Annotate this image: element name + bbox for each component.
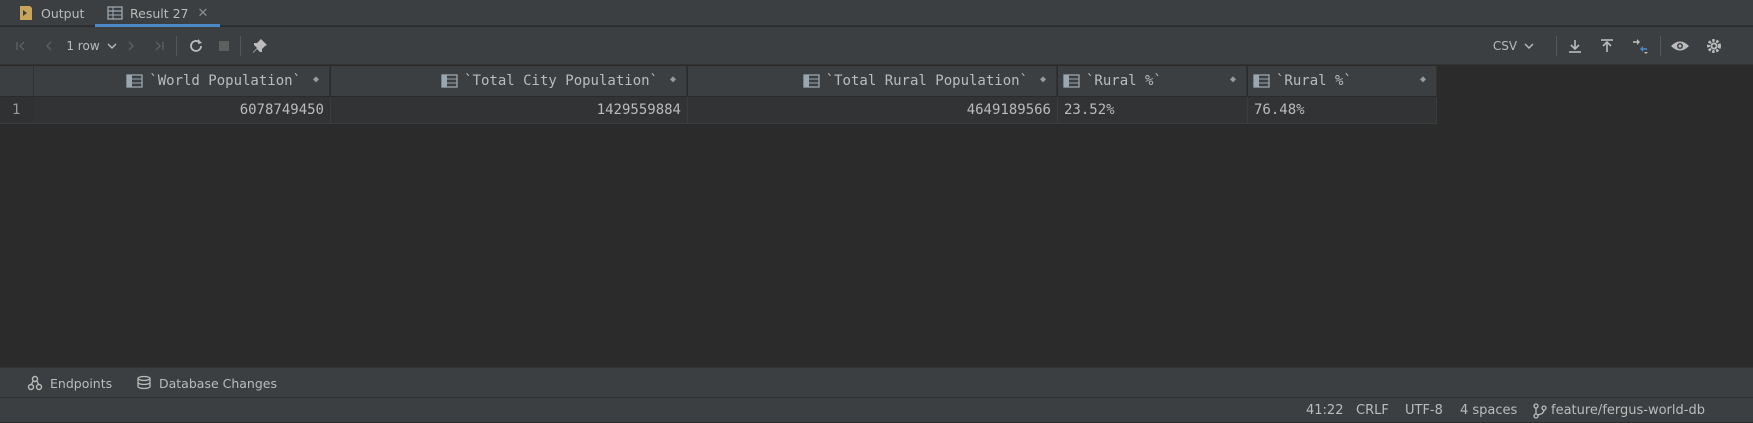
sort-icon[interactable]: ◆ [1230, 74, 1236, 85]
chevron-down-icon [1524, 43, 1534, 49]
export-format-dropdown[interactable]: CSV [1492, 27, 1536, 65]
column-icon [1063, 74, 1080, 88]
column-icon [1253, 74, 1270, 88]
first-page-button[interactable] [10, 27, 32, 65]
page-size-dropdown[interactable]: 1 row [66, 27, 118, 65]
column-header-label: `Rural %` [1276, 73, 1352, 89]
column-header[interactable]: `World Population` ◆ [34, 66, 330, 96]
indent-setting[interactable]: 4 spaces [1460, 398, 1517, 423]
caret-position[interactable]: 41:22 [1306, 398, 1343, 423]
status-bar: 41:22 CRLF UTF-8 4 spaces feature/fergus… [0, 397, 1753, 422]
compare-button[interactable] [1628, 27, 1652, 65]
tab-result-label: Result 27 [130, 5, 189, 21]
column-icon [803, 74, 820, 88]
toolbar-separator [176, 36, 177, 56]
toolbar-separator [1556, 36, 1557, 56]
line-separator[interactable]: CRLF [1356, 398, 1389, 423]
compare-arrows-icon [1633, 39, 1648, 54]
console-output-icon [20, 6, 32, 20]
export-format-label: CSV [1492, 39, 1518, 53]
row-number[interactable]: 1 [0, 97, 34, 124]
toolbar-separator [1660, 36, 1661, 56]
sort-icon[interactable]: ◆ [1420, 74, 1426, 85]
database-changes-icon [137, 375, 151, 390]
git-branch-label: feature/fergus-world-db [1551, 403, 1705, 418]
row-number-header [0, 66, 34, 96]
toolbar-separator [240, 36, 241, 56]
column-header-label: `Total City Population` [464, 73, 658, 89]
git-branch-widget[interactable]: feature/fergus-world-db [1533, 398, 1705, 423]
sort-icon[interactable]: ◆ [670, 74, 676, 85]
table-cell[interactable]: 6078749450 [34, 97, 331, 124]
database-changes-tool-button[interactable]: Database Changes [136, 368, 277, 398]
view-options-button[interactable] [1668, 27, 1692, 65]
stop-icon [219, 41, 229, 51]
first-page-icon [16, 41, 25, 51]
column-header[interactable]: `Rural %` ◆ [1058, 66, 1247, 96]
result-toolbar: 1 row CSV [0, 27, 1753, 65]
tab-result[interactable]: Result 27 ✕ [95, 0, 220, 27]
column-icon [441, 74, 458, 88]
column-header[interactable]: `Total Rural Population` ◆ [688, 66, 1057, 96]
table-grid-icon [107, 6, 123, 20]
tab-output-label: Output [41, 5, 85, 21]
endpoints-icon [27, 375, 43, 391]
column-header[interactable]: `Rural %` ◆ [1248, 66, 1437, 96]
tab-output[interactable]: Output [18, 0, 84, 26]
tool-window-bar: Endpoints Database Changes [0, 367, 1753, 397]
column-header-label: `Rural %` [1086, 73, 1162, 89]
table-cell[interactable]: 76.48% [1248, 97, 1437, 124]
table-cell[interactable]: 23.52% [1058, 97, 1248, 124]
endpoints-tool-button[interactable]: Endpoints [27, 368, 112, 398]
chevron-left-icon [46, 41, 52, 51]
eye-icon [1671, 41, 1689, 51]
chevron-right-icon [128, 41, 134, 51]
download-icon [1569, 40, 1581, 53]
table-cell[interactable]: 4649189566 [688, 97, 1058, 124]
export-data-button[interactable] [1564, 27, 1586, 65]
stop-button[interactable] [213, 27, 235, 65]
sort-icon[interactable]: ◆ [313, 74, 319, 85]
column-header[interactable]: `Total City Population` ◆ [331, 66, 687, 96]
column-header-label: `Total Rural Population` [825, 73, 1028, 89]
settings-button[interactable] [1702, 27, 1726, 65]
last-page-icon [155, 41, 164, 51]
database-changes-label: Database Changes [159, 375, 277, 391]
column-icon [126, 74, 143, 88]
gear-icon [1707, 39, 1721, 53]
column-header-label: `World Population` [149, 73, 301, 89]
import-data-button[interactable] [1596, 27, 1618, 65]
upload-icon [1601, 39, 1613, 52]
pin-icon [253, 39, 267, 53]
sort-icon[interactable]: ◆ [1040, 74, 1046, 85]
refresh-icon [190, 39, 202, 52]
git-branch-icon [1533, 402, 1547, 419]
table-cell[interactable]: 1429559884 [331, 97, 688, 124]
chevron-down-icon [107, 43, 117, 49]
last-page-button[interactable] [148, 27, 170, 65]
previous-page-button[interactable] [38, 27, 60, 65]
file-encoding[interactable]: UTF-8 [1405, 398, 1443, 423]
tab-strip: Output Result 27 ✕ [0, 0, 1753, 27]
result-grid: `World Population` ◆ `Total City Populat… [0, 66, 1753, 366]
close-icon[interactable]: ✕ [198, 6, 209, 21]
refresh-button[interactable] [185, 27, 207, 65]
pin-tab-button[interactable] [249, 27, 271, 65]
endpoints-label: Endpoints [50, 375, 113, 391]
next-page-button[interactable] [120, 27, 142, 65]
rows-count-label: 1 row [66, 39, 100, 53]
